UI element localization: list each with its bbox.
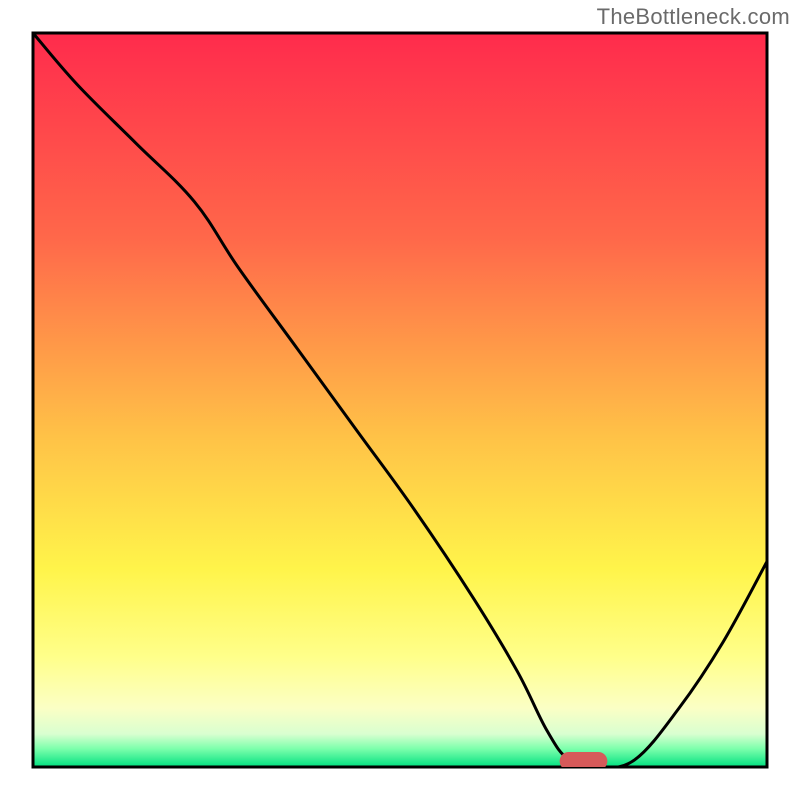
watermark-text: TheBottleneck.com <box>597 4 790 30</box>
bottleneck-chart <box>0 0 800 800</box>
chart-container: TheBottleneck.com <box>0 0 800 800</box>
plot-background <box>33 33 767 767</box>
